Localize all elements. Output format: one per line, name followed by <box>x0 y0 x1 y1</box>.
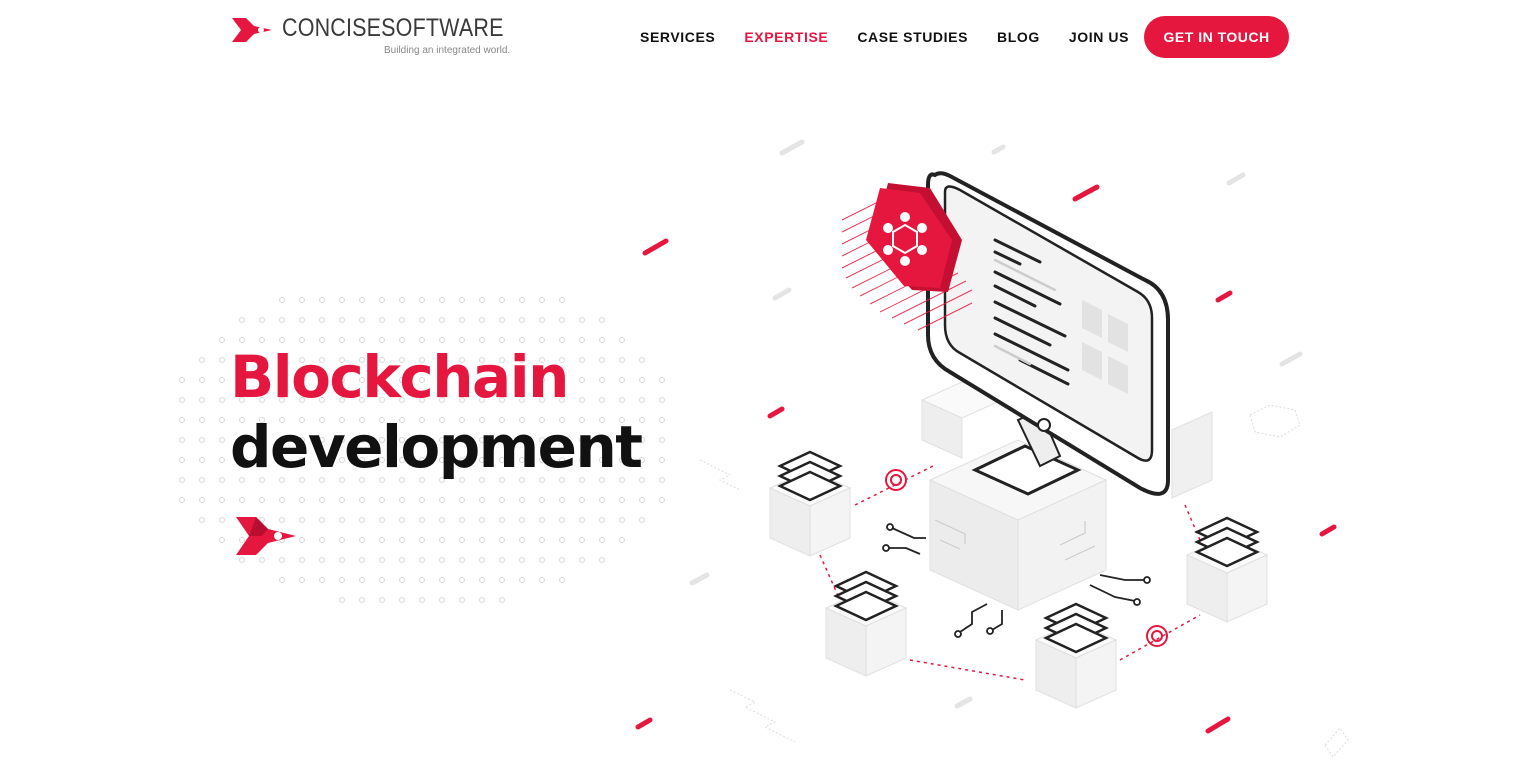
logo-rocket-icon <box>232 18 272 42</box>
nav-item-join-us[interactable]: JOIN US <box>1069 29 1129 45</box>
get-in-touch-button[interactable]: GET IN TOUCH <box>1144 16 1290 58</box>
blockchain-illustration <box>635 139 1349 758</box>
nav-item-blog[interactable]: BLOG <box>997 29 1040 45</box>
nav-item-services[interactable]: SERVICES <box>640 29 715 45</box>
logo-name-bold: CONCISE <box>282 14 382 42</box>
logo-tagline: Building an integrated world. <box>384 45 511 56</box>
nav-item-expertise[interactable]: EXPERTISE <box>744 29 828 45</box>
site-header: CONCISESOFTWARE Building an integrated w… <box>0 0 1536 80</box>
nav-item-case-studies[interactable]: CASE STUDIES <box>857 29 968 45</box>
hero-title-line1: Blockchain <box>230 343 569 411</box>
hero-title-line2: development <box>230 413 643 481</box>
hero-title: Blockchain development <box>230 342 643 482</box>
company-logo[interactable]: CONCISESOFTWARE Building an integrated w… <box>232 14 510 58</box>
logo-name-light: SOFTWARE <box>381 14 504 42</box>
rocket-arrow-icon <box>236 517 296 555</box>
logo-wordmark: CONCISESOFTWARE <box>282 14 504 43</box>
main-nav: SERVICES EXPERTISE CASE STUDIES BLOG JOI… <box>640 16 1290 58</box>
